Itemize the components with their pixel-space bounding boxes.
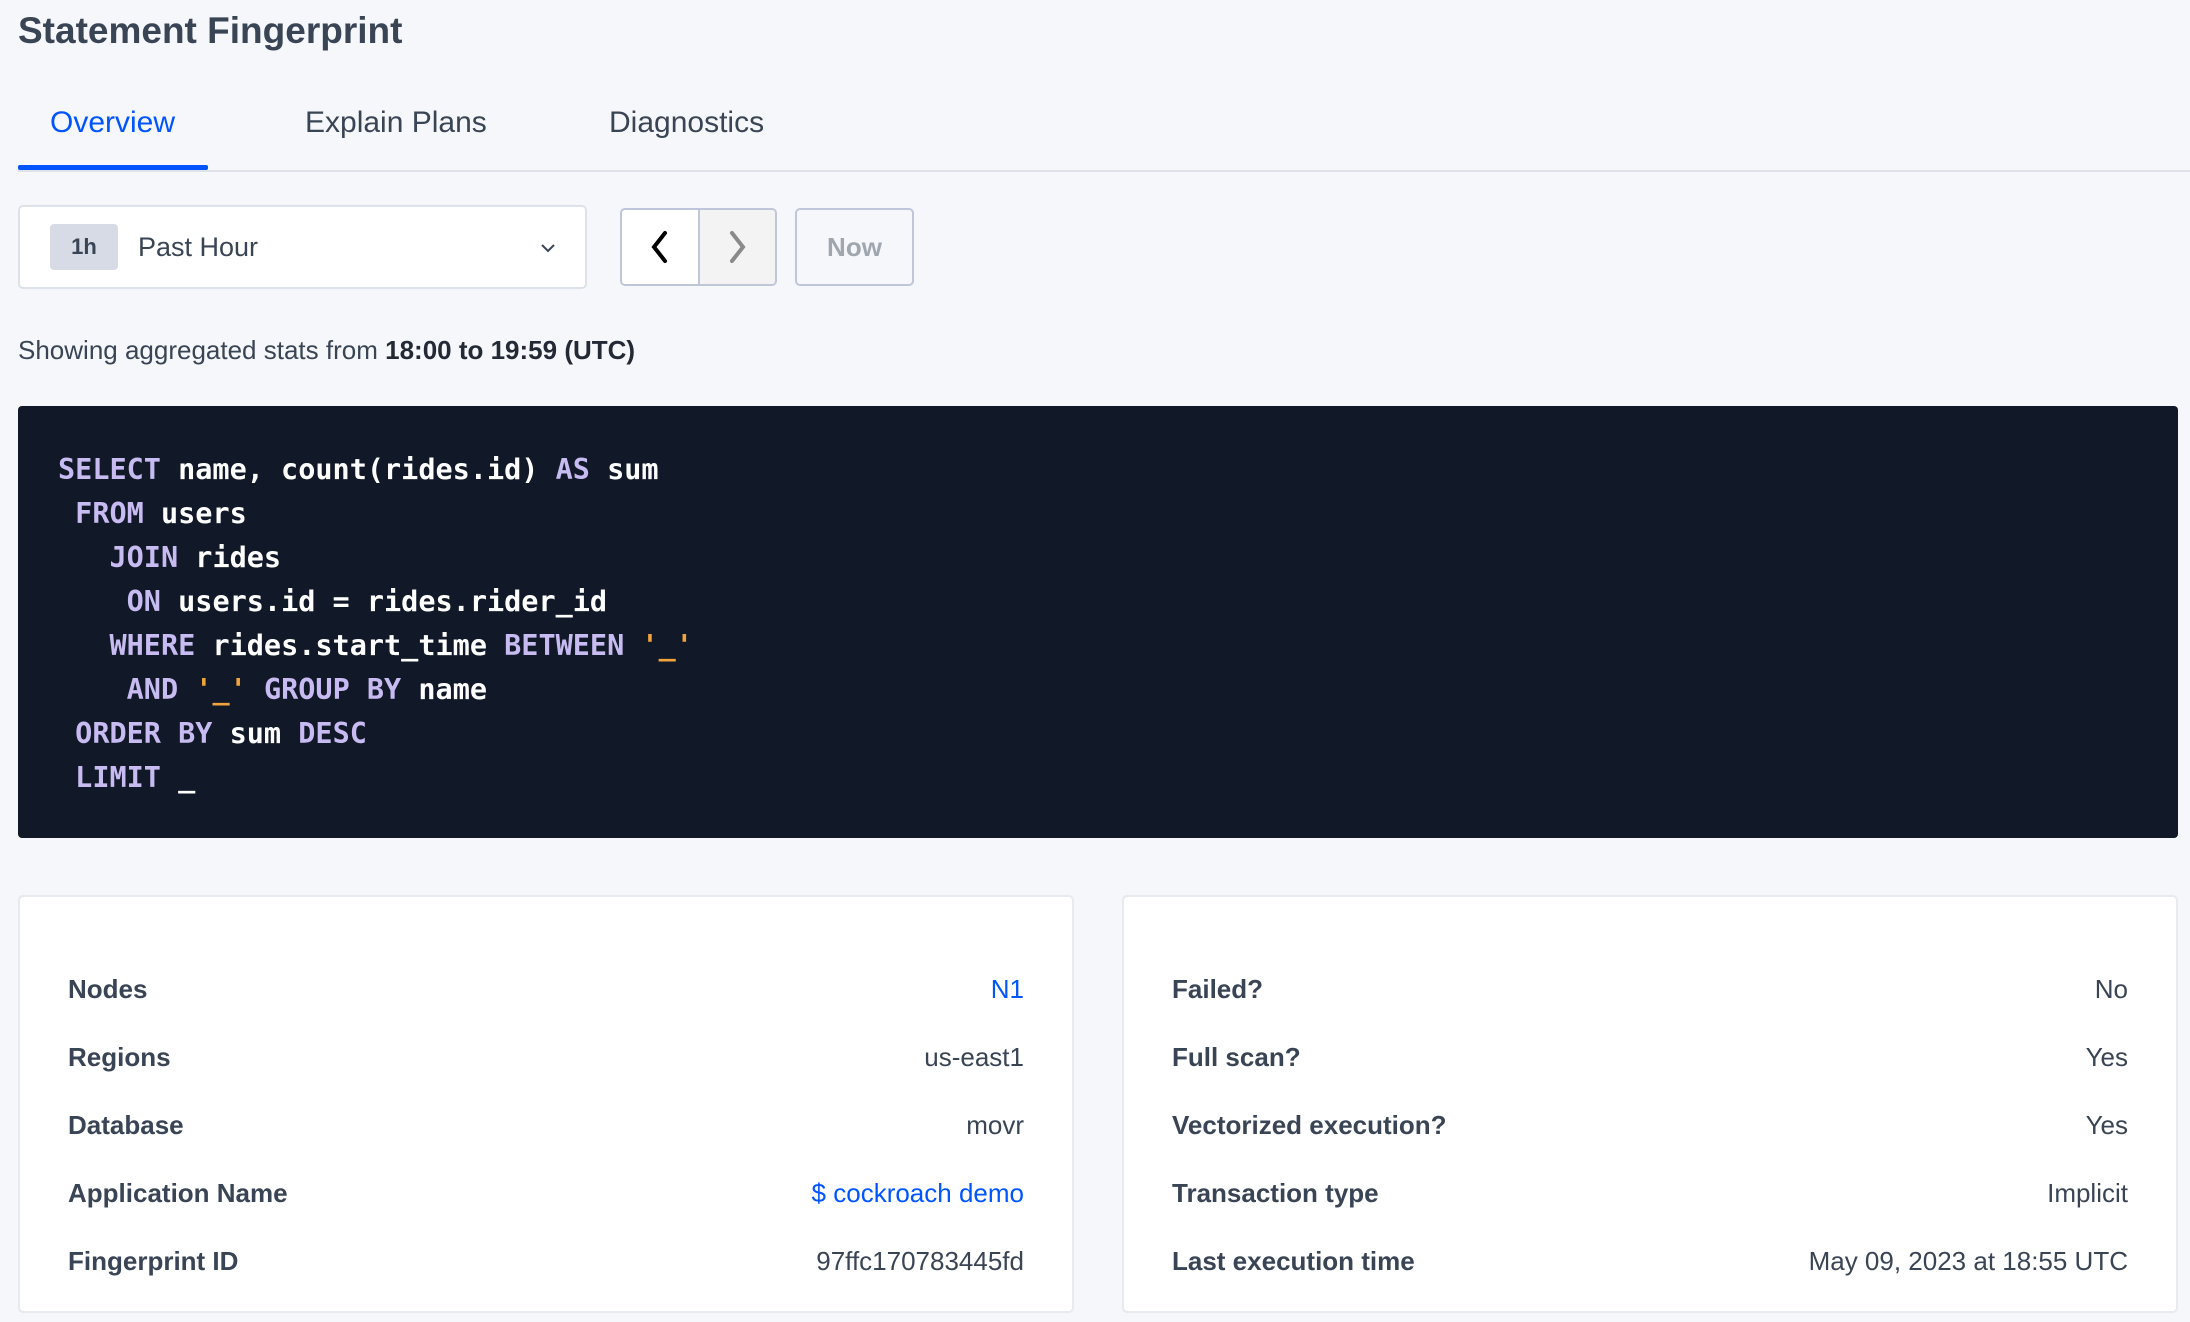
detail-row: Fingerprint ID 97ffc170783445fd [68, 1227, 1024, 1295]
detail-label: Last execution time [1172, 1245, 1415, 1276]
sql-text: name [401, 673, 488, 706]
sql-keyword: AND [126, 673, 179, 706]
sql-line: WHERE rides.start_time BETWEEN '_' [58, 624, 2178, 668]
time-range-dropdown[interactable]: 1h Past Hour [18, 205, 587, 289]
detail-label: Fingerprint ID [68, 1245, 239, 1276]
detail-link[interactable]: N1 [991, 974, 1024, 1005]
detail-row: Full scan? Yes [1172, 1023, 2128, 1091]
sql-text: users.id = rides.rider_id [160, 585, 608, 618]
detail-label: Nodes [68, 973, 148, 1004]
next-time-button[interactable] [699, 210, 775, 284]
sql-keyword: BETWEEN [504, 629, 625, 662]
tab-diagnostics[interactable]: Diagnostics [609, 106, 764, 140]
detail-row: Nodes N1 [68, 955, 1024, 1023]
sql-keyword: ON [126, 585, 161, 618]
chevron-right-icon [730, 231, 746, 263]
detail-label: Regions [68, 1041, 171, 1072]
detail-link[interactable]: $ cockroach demo [812, 1178, 1024, 1209]
sql-string: '_' [195, 673, 247, 706]
detail-label: Failed? [1172, 973, 1264, 1004]
detail-label: Full scan? [1172, 1041, 1301, 1072]
detail-row: Application Name $ cockroach demo [68, 1159, 1024, 1227]
previous-time-button[interactable] [622, 210, 700, 284]
sql-text: rides [178, 541, 282, 574]
detail-row: Failed? No [1172, 955, 2128, 1023]
detail-label: Database [68, 1109, 184, 1140]
detail-label: Transaction type [1172, 1177, 1379, 1208]
sql-keyword: FROM [75, 497, 144, 530]
sql-keyword: ORDER BY [75, 717, 213, 750]
detail-value: us-east1 [924, 1041, 1024, 1072]
execution-details-card: Failed? No Full scan? Yes Vectorized executi… [1122, 895, 2178, 1313]
sql-line: AND '_' GROUP BY name [58, 668, 2178, 712]
now-button[interactable]: Now [795, 208, 914, 286]
sql-text: sum [589, 453, 659, 486]
sql-text: name, count(rides.id) [160, 453, 556, 486]
detail-row: Transaction type Implicit [1172, 1159, 2128, 1227]
detail-label: Application Name [68, 1177, 288, 1208]
tab-overview[interactable]: Overview [50, 106, 175, 140]
sql-keyword: JOIN [109, 541, 179, 574]
sql-line: SELECT name, count(rides.id) AS sum [58, 448, 2178, 492]
tab-divider [18, 170, 2190, 172]
time-navigation-group [620, 208, 777, 286]
sql-text: sum [212, 717, 299, 750]
sql-statement-block: SELECT name, count(rides.id) AS sum FROM… [18, 406, 2178, 838]
sql-keyword: WHERE [109, 629, 196, 662]
detail-value: May 09, 2023 at 18:55 UTC [1808, 1245, 2128, 1276]
detail-row: Vectorized execution? Yes [1172, 1091, 2128, 1159]
detail-label: Vectorized execution? [1172, 1109, 1447, 1140]
detail-value: movr [966, 1109, 1024, 1140]
sql-line: ORDER BY sum DESC [58, 712, 2178, 756]
chevron-left-icon [651, 231, 667, 263]
statement-details-card: Nodes N1 Regions us-east1 Database movr Applic… [18, 895, 1074, 1313]
stats-range-value: 18:00 to 19:59 (UTC) [385, 335, 636, 365]
sql-text: users [143, 497, 247, 530]
stats-range-text: Showing aggregated stats from 18:00 to 1… [18, 335, 635, 366]
stats-range-prefix: Showing aggregated stats from [18, 335, 386, 365]
detail-value: Yes [2085, 1109, 2128, 1140]
sql-line: JOIN rides [58, 536, 2178, 580]
sql-line: FROM users [58, 492, 2178, 536]
sql-line: LIMIT _ [58, 756, 2178, 800]
sql-keyword: LIMIT [75, 761, 161, 794]
detail-row: Last execution time May 09, 2023 at 18:55… [1172, 1227, 2128, 1295]
detail-value: 97ffc170783445fd [816, 1245, 1024, 1276]
sql-keyword: AS [555, 453, 590, 486]
detail-value: Yes [2085, 1041, 2128, 1072]
detail-row: Database movr [68, 1091, 1024, 1159]
sql-keyword: GROUP BY [263, 673, 402, 706]
tab-explain-plans[interactable]: Explain Plans [305, 106, 487, 140]
chevron-down-icon [539, 229, 557, 276]
sql-line: ON users.id = rides.rider_id [58, 580, 2178, 624]
sql-text: rides.start_time [195, 629, 505, 662]
time-range-badge: 1h [50, 224, 118, 270]
sql-string: '_' [641, 629, 693, 662]
time-range-selected: Past Hour [138, 231, 259, 262]
detail-value: No [2094, 973, 2128, 1004]
sql-keyword: DESC [298, 717, 367, 750]
sql-text: _ [160, 761, 196, 794]
detail-value: Implicit [2047, 1177, 2128, 1208]
detail-row: Regions us-east1 [68, 1023, 1024, 1091]
sql-keyword: SELECT [58, 453, 161, 486]
page-title: Statement Fingerprint [18, 10, 403, 51]
